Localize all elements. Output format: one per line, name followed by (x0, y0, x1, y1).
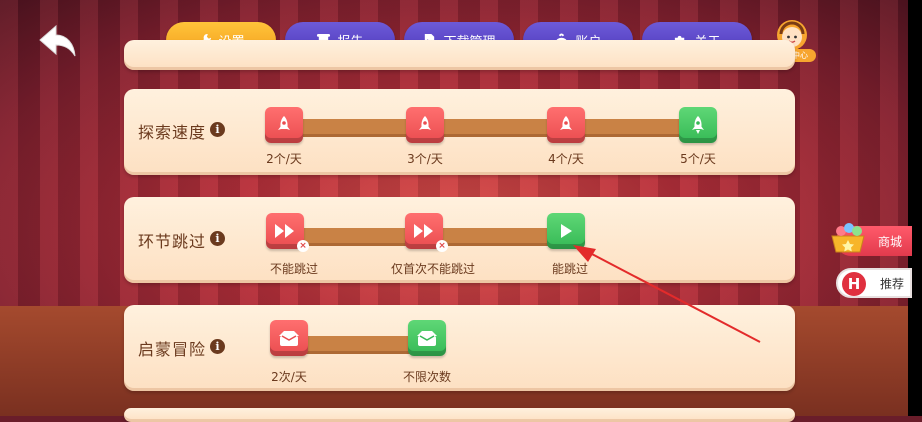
recommend-label: 推荐 (880, 276, 905, 291)
setting-row-skip-step: 环节跳过 i × 不能跳过 × 仅首次不能跳过 能跳过 (124, 197, 795, 283)
option-label: 不限次数 (402, 370, 452, 384)
option-label: 4个/天 (548, 152, 584, 166)
option-track (284, 119, 694, 137)
option-label: 仅首次不能跳过 (390, 262, 476, 276)
option-label: 3个/天 (407, 152, 443, 166)
row-title: 环节跳过 (138, 232, 207, 251)
rocket-icon (692, 116, 704, 134)
screen-edge (908, 0, 922, 416)
option-2-times-per-day[interactable] (270, 320, 308, 356)
rocket-icon (278, 116, 290, 130)
rocket-icon (560, 116, 572, 130)
h-logo-icon: H (842, 272, 866, 296)
option-3-per-day[interactable] (406, 107, 444, 143)
setting-row-explore-speed: 探索速度 i 2个/天 3个/天 4个/天 5个/天 (124, 89, 795, 175)
disabled-x-icon: × (436, 240, 448, 252)
treasure-box-icon (279, 331, 299, 346)
fast-forward-icon (275, 224, 294, 238)
treasure-basket-icon (831, 223, 865, 253)
treasure-box-icon (417, 331, 437, 346)
settings-panel-next (124, 408, 795, 422)
option-label: 能跳过 (551, 262, 589, 276)
mall-label: 商城 (878, 234, 903, 249)
row-title: 探索速度 (138, 123, 207, 142)
option-unlimited-selected[interactable] (408, 320, 446, 356)
option-2-per-day[interactable] (265, 107, 303, 143)
play-icon (561, 224, 572, 238)
setting-row-enlighten-adventure: 启蒙冒险 i 2次/天 不限次数 (124, 305, 795, 391)
option-label: 5个/天 (680, 152, 716, 166)
option-label: 不能跳过 (269, 262, 319, 276)
back-button[interactable] (38, 24, 78, 60)
option-label: 2次/天 (271, 370, 307, 384)
rocket-icon (419, 116, 431, 130)
info-icon[interactable]: i (210, 231, 225, 246)
fast-forward-icon (414, 224, 433, 238)
option-cannot-skip[interactable]: × (266, 213, 309, 252)
info-icon[interactable]: i (210, 122, 225, 137)
mall-button[interactable]: 商城 (831, 223, 912, 256)
option-can-skip-selected[interactable] (547, 213, 585, 249)
option-4-per-day[interactable] (547, 107, 585, 143)
recommend-button[interactable]: H 推荐 (836, 268, 912, 298)
row-title: 启蒙冒险 (138, 340, 207, 359)
option-5-per-day-selected[interactable] (679, 107, 717, 143)
info-icon[interactable]: i (210, 339, 225, 354)
disabled-x-icon: × (297, 240, 309, 252)
settings-panel-previous (124, 40, 795, 70)
option-label: 2个/天 (266, 152, 302, 166)
option-first-time-cannot-skip[interactable]: × (405, 213, 448, 252)
back-arrow-icon (39, 24, 76, 57)
